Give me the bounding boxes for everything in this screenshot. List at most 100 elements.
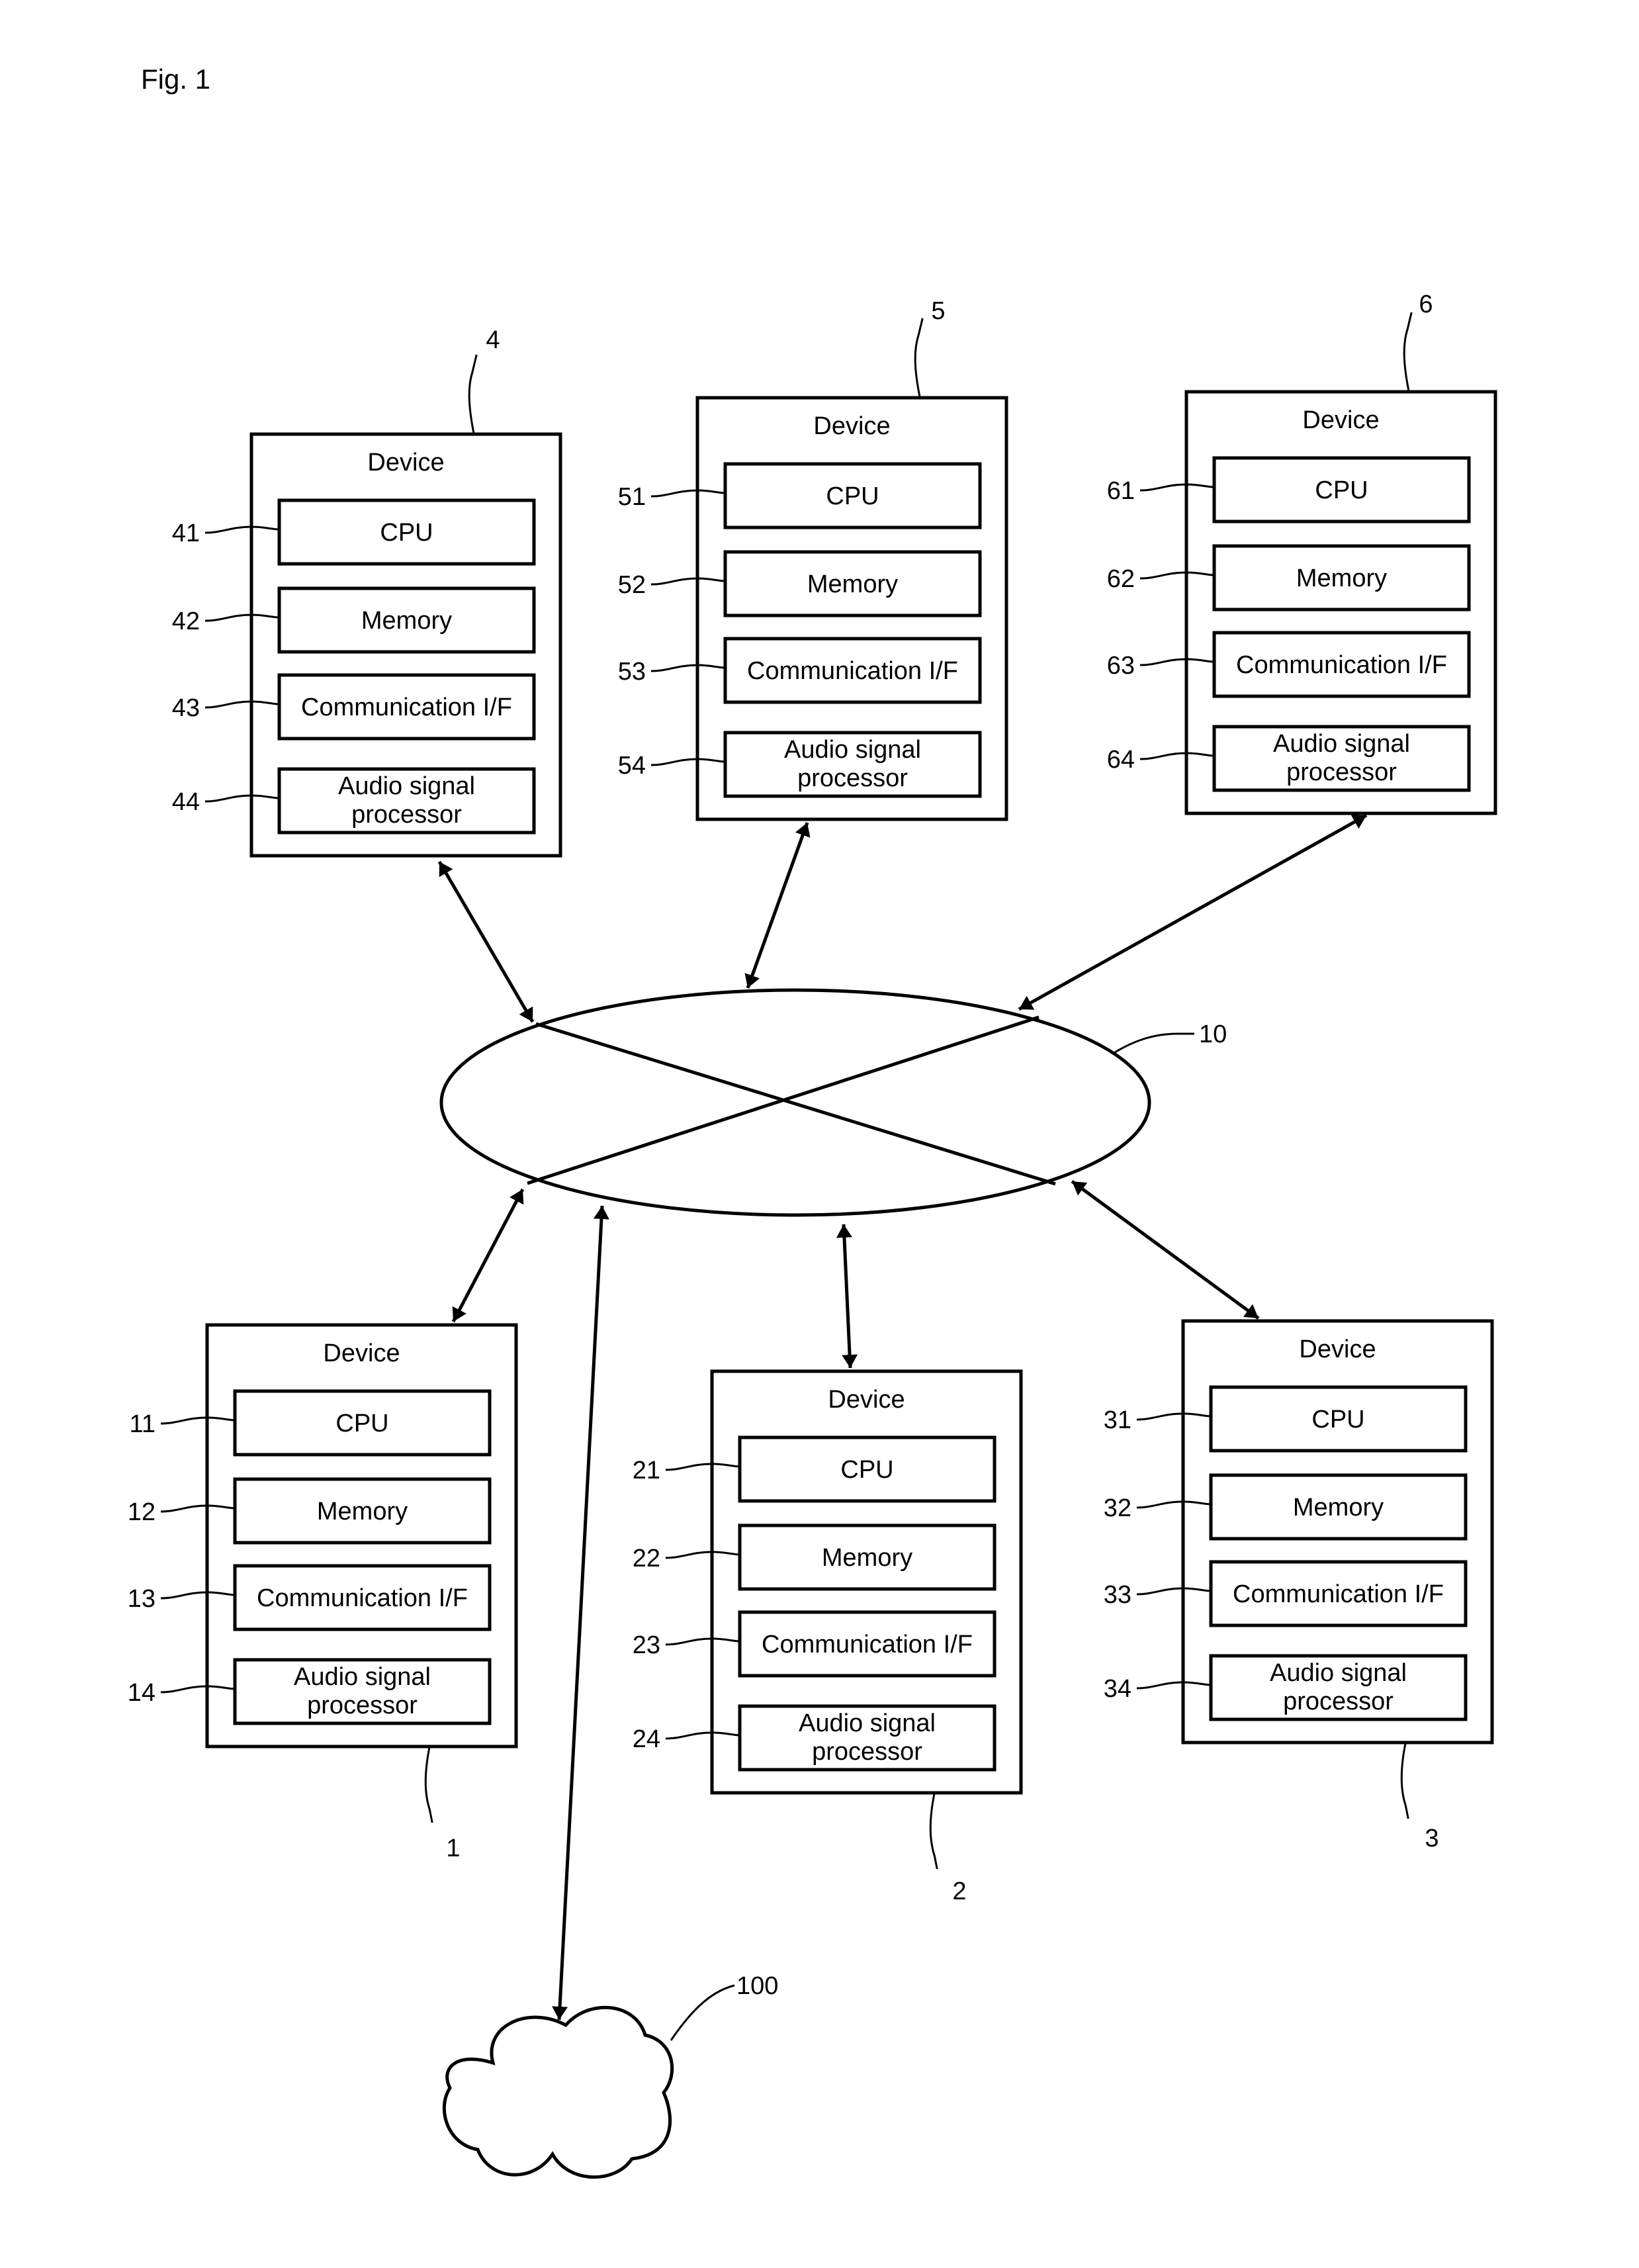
system-diagram: Fig. 1 10 100 Device 4 CPU 41 Memory 42 Commun…: [128, 64, 1497, 2179]
component-ref: 14: [128, 1679, 155, 1707]
component-label: Audio signal: [1270, 1659, 1407, 1687]
device-ref-leader: [468, 354, 478, 435]
device-title: Device: [1302, 406, 1379, 434]
component-label: Communication I/F: [1236, 651, 1447, 679]
component-ref: 31: [1104, 1406, 1131, 1434]
component-54: Audio signalprocessor 54: [618, 731, 982, 798]
component-label: processor: [1286, 758, 1397, 786]
component-label: CPU: [380, 519, 433, 547]
device-ref-leader: [929, 1792, 938, 1870]
component-label: Memory: [317, 1498, 408, 1525]
component-53: Communication I/F 53: [618, 637, 982, 704]
devices: Device 4 CPU 41 Memory 42 Communication I/F 43 A…: [128, 291, 1497, 1905]
component-label: Communication I/F: [301, 694, 512, 721]
component-ref: 22: [633, 1545, 660, 1572]
component-label: processor: [812, 1738, 922, 1766]
device-title: Device: [813, 412, 890, 440]
arrow-device4-network: [437, 860, 535, 1023]
arrow-device1-network: [451, 1188, 525, 1323]
component-label: Audio signal: [338, 772, 475, 800]
cloud: 100: [443, 1972, 778, 2179]
component-51: CPU 51: [618, 462, 982, 529]
component-11: CPU 11: [130, 1389, 492, 1457]
component-ref: 23: [633, 1631, 660, 1659]
component-ref: 61: [1107, 477, 1135, 505]
network-ref: 10: [1199, 1021, 1227, 1048]
device-title: Device: [367, 449, 444, 476]
component-ref: 64: [1107, 746, 1135, 774]
device-1: Device 1 CPU 11 Memory 12 Communication I/F 13 A…: [128, 1323, 518, 1862]
component-ref: 21: [633, 1457, 660, 1484]
component-33: Communication I/F 33: [1104, 1560, 1468, 1627]
component-label: CPU: [1315, 476, 1368, 504]
component-ref: 44: [172, 788, 200, 816]
component-label: CPU: [826, 482, 879, 510]
component-label: Audio signal: [784, 736, 921, 764]
component-ref: 33: [1104, 1581, 1131, 1609]
device-5: Device 5 CPU 51 Memory 52 Communication I/F 53 A…: [618, 297, 1008, 821]
component-31: CPU 31: [1104, 1385, 1468, 1453]
component-ref: 62: [1107, 565, 1135, 593]
component-ref: 32: [1104, 1494, 1131, 1522]
device-ref-leader: [424, 1746, 433, 1823]
component-ref: 52: [618, 571, 646, 599]
component-label: CPU: [840, 1456, 893, 1484]
component-61: CPU 61: [1107, 456, 1471, 523]
network-leader-line: [1114, 1032, 1194, 1054]
component-13: Communication I/F 13: [128, 1564, 492, 1631]
component-ref: 41: [172, 520, 200, 547]
component-63: Communication I/F 63: [1107, 631, 1471, 698]
component-24: Audio signalprocessor 24: [633, 1704, 997, 1772]
component-ref: 43: [172, 694, 200, 722]
cloud-shape: [443, 2005, 674, 2179]
device-ref-leader: [914, 318, 924, 398]
arrow-device6-network: [1018, 813, 1368, 1011]
component-label: Audio signal: [1273, 730, 1410, 758]
device-title: Device: [323, 1339, 400, 1367]
component-14: Audio signalprocessor 14: [128, 1658, 492, 1725]
component-label: Communication I/F: [1233, 1580, 1444, 1608]
device-3: Device 3 CPU 31 Memory 32 Communication I/F 33 A…: [1104, 1319, 1494, 1852]
component-label: processor: [1283, 1688, 1394, 1715]
component-label: Memory: [807, 570, 898, 598]
figure-label: Fig. 1: [141, 64, 210, 95]
component-62: Memory 62: [1107, 544, 1471, 612]
component-21: CPU 21: [633, 1435, 997, 1503]
component-label: Communication I/F: [747, 657, 958, 685]
device-title: Device: [828, 1386, 905, 1414]
device-ref: 6: [1419, 291, 1433, 318]
component-ref: 24: [633, 1725, 660, 1753]
component-label: Audio signal: [799, 1709, 936, 1737]
device-ref: 1: [446, 1835, 460, 1862]
cloud-leader-line: [670, 1984, 735, 2041]
component-label: Communication I/F: [762, 1631, 973, 1658]
arrow-cloud-network: [552, 1205, 609, 2020]
device-ref-leader: [1403, 312, 1413, 392]
arrow-device5-network: [744, 822, 811, 989]
component-41: CPU 41: [172, 498, 536, 566]
network-cross-line: [527, 1015, 1040, 1185]
network-cross-line: [535, 1022, 1056, 1186]
component-label: CPU: [335, 1410, 388, 1437]
component-ref: 51: [618, 483, 646, 511]
component-label: processor: [351, 801, 462, 829]
device-ref-leader: [1400, 1742, 1409, 1819]
component-ref: 42: [172, 608, 200, 635]
device-ref: 3: [1425, 1825, 1439, 1852]
component-ref: 63: [1107, 652, 1135, 680]
component-label: CPU: [1311, 1406, 1364, 1433]
component-ref: 53: [618, 658, 646, 686]
device-6: Device 6 CPU 61 Memory 62 Communication I/F 63 A…: [1107, 291, 1497, 815]
component-label: Audio signal: [294, 1663, 431, 1691]
component-label: Memory: [1293, 1494, 1384, 1521]
component-ref: 34: [1104, 1675, 1131, 1703]
component-ref: 13: [128, 1585, 155, 1613]
device-ref: 5: [931, 297, 945, 325]
component-ref: 11: [130, 1410, 155, 1438]
device-4: Device 4 CPU 41 Memory 42 Communication I/F 43 A…: [172, 326, 562, 858]
component-label: Memory: [1296, 565, 1387, 592]
device-title: Device: [1299, 1336, 1376, 1363]
component-label: processor: [307, 1692, 418, 1719]
component-label: Memory: [361, 607, 452, 635]
component-22: Memory 22: [633, 1523, 997, 1591]
